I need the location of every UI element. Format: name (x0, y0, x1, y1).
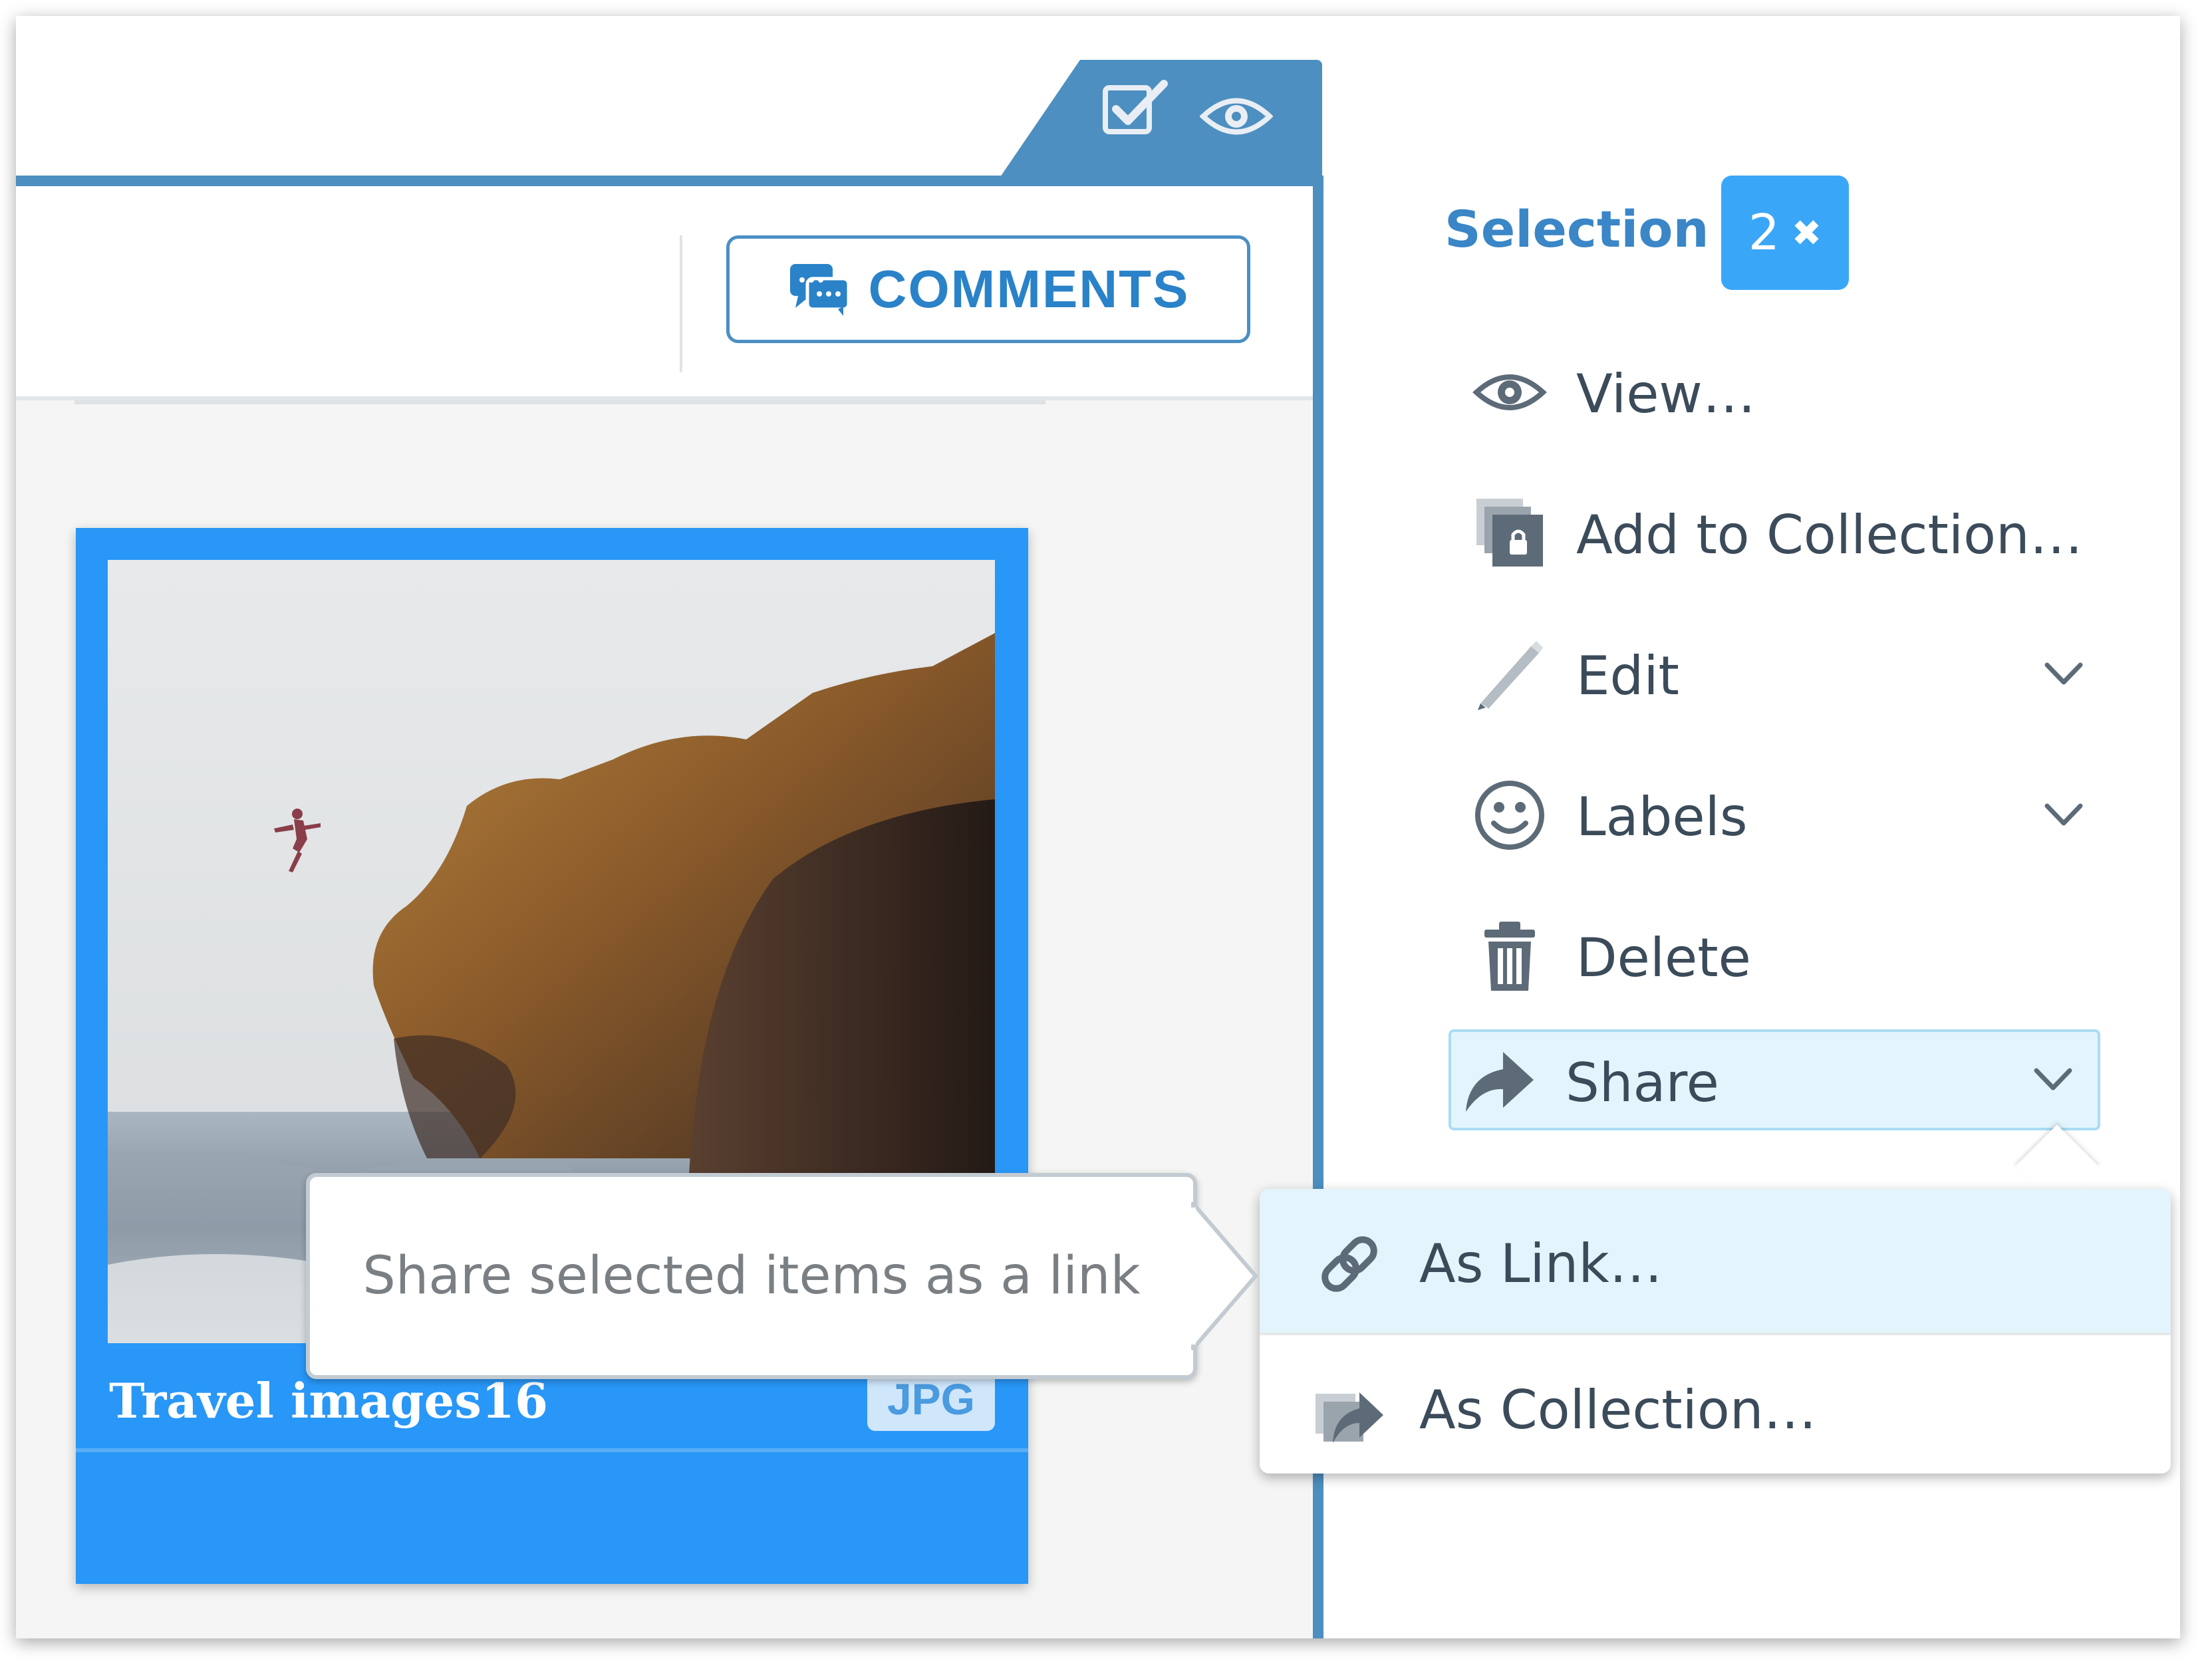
select-checkbox-icon[interactable] (1100, 80, 1173, 140)
pencil-icon (1478, 641, 1543, 710)
action-share[interactable]: Share (1449, 1029, 2100, 1130)
panel-top-border (16, 176, 1323, 186)
action-label: View… (1576, 363, 1756, 425)
share-arrow-icon (1466, 1052, 1534, 1112)
clear-selection-icon[interactable]: ✖ (1792, 212, 1822, 254)
share-option-label: As Link… (1419, 1233, 1663, 1295)
smiley-icon (1475, 781, 1544, 850)
action-delete[interactable]: Delete (1459, 906, 2124, 1005)
action-label: Labels (1576, 786, 1748, 848)
toolbar-shadow (74, 400, 1045, 404)
share-tooltip: Share selected items as a link (306, 1173, 1197, 1379)
selection-count-badge[interactable]: 2 ✖ (1721, 176, 1849, 290)
chevron-down-icon[interactable] (2030, 1056, 2076, 1102)
action-view[interactable]: View… (1459, 342, 2124, 442)
share-collection-icon (1315, 1392, 1383, 1443)
eye-icon[interactable] (1200, 86, 1273, 146)
action-label: Add to Collection… (1576, 504, 2083, 566)
action-add-to-collection[interactable]: Add to Collection… (1459, 483, 2124, 582)
tooltip-text: Share selected items as a link (362, 1246, 1141, 1306)
add-to-collection-icon (1476, 499, 1543, 567)
app-window: COMMENTS Travel images16 JPG Selection 2… (16, 16, 2180, 1638)
comments-icon (789, 264, 851, 316)
trash-icon (1484, 922, 1535, 991)
asset-card[interactable]: Travel images16 JPG (76, 528, 1028, 1584)
toolbar-divider (680, 235, 682, 372)
action-edit[interactable]: Edit (1459, 624, 2124, 723)
comments-button[interactable]: COMMENTS (726, 235, 1250, 343)
action-label: Edit (1576, 645, 1679, 707)
share-as-collection[interactable]: As Collection… (1260, 1335, 2171, 1479)
eye-icon (1472, 374, 1547, 410)
action-label: Delete (1576, 927, 1751, 989)
selection-count: 2 (1748, 204, 1780, 261)
share-option-label: As Collection… (1419, 1379, 1817, 1441)
action-label: Share (1566, 1052, 1719, 1114)
chevron-down-icon[interactable] (2040, 650, 2087, 697)
tooltip-arrow (1189, 1202, 1258, 1350)
selection-title: Selection (1445, 199, 1709, 259)
share-as-link[interactable]: As Link… (1260, 1189, 2171, 1333)
link-icon (1321, 1236, 1377, 1292)
card-divider (76, 1448, 1028, 1452)
comments-label: COMMENTS (868, 259, 1190, 319)
asset-title: Travel images16 (109, 1372, 549, 1429)
chevron-down-icon[interactable] (2040, 791, 2087, 838)
share-dropdown-menu: As Link… As Collection… (1260, 1189, 2171, 1474)
action-labels[interactable]: Labels (1459, 765, 2124, 864)
